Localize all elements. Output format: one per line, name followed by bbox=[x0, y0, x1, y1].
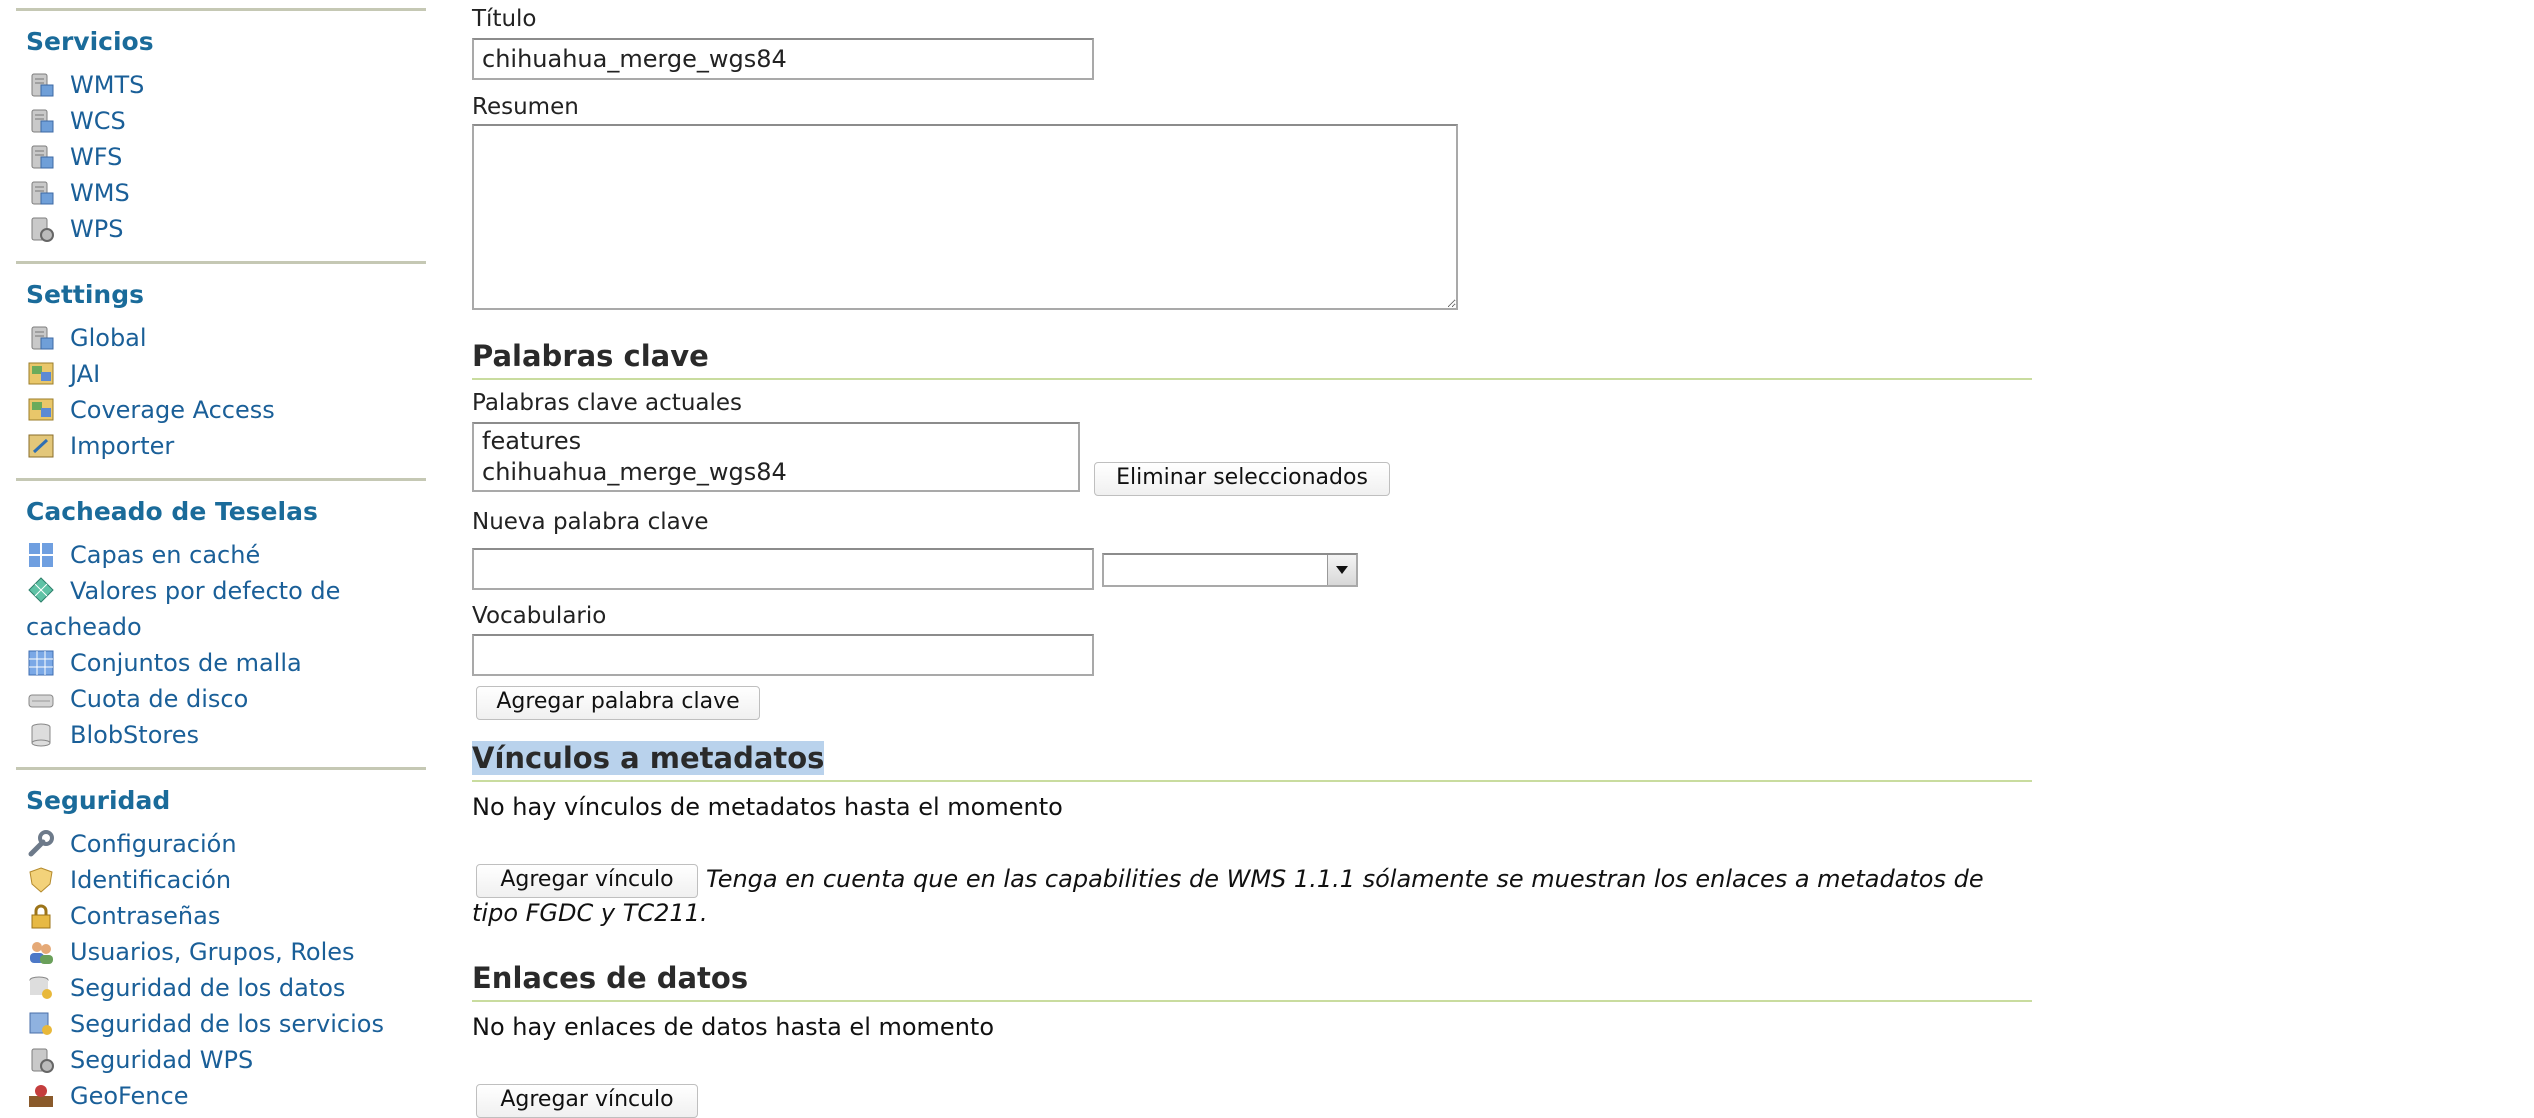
database-icon bbox=[26, 720, 56, 750]
import-icon bbox=[26, 431, 56, 461]
sidebar-item-cuota-de-disco[interactable]: Cuota de disco bbox=[26, 681, 426, 717]
sidebar-item-global[interactable]: Global bbox=[26, 320, 426, 356]
sidebar-item-label[interactable]: WPS bbox=[70, 211, 123, 247]
sidebar-item-label[interactable]: Usuarios, Grupos, Roles bbox=[70, 934, 355, 970]
sidebar-item-valores-por-defecto-de-cacheado[interactable]: Valores por defecto de cacheado bbox=[26, 573, 426, 645]
sidebar-item-label[interactable]: WFS bbox=[70, 139, 122, 175]
sidebar-item-wfs[interactable]: WFS bbox=[26, 139, 426, 175]
sidebar: Servicios WMTS WCS WFS WMS WPS Settings Glob… bbox=[16, 0, 426, 1116]
resumen-label: Resumen bbox=[472, 94, 579, 120]
image-icon bbox=[26, 395, 56, 425]
layers-grid-icon bbox=[26, 540, 56, 570]
sidebar-item-contraseñas[interactable]: Contraseñas bbox=[26, 898, 426, 934]
sidebar-item-seguridad-de-los-datos[interactable]: Seguridad de los datos bbox=[26, 970, 426, 1006]
metadata-heading: Vínculos a metadatos bbox=[472, 738, 2032, 782]
titulo-label: Título bbox=[472, 6, 537, 32]
current-keywords-label: Palabras clave actuales bbox=[472, 390, 743, 416]
globe-grid-icon bbox=[26, 575, 56, 605]
sidebar-item-blobstores[interactable]: BlobStores bbox=[26, 717, 426, 753]
sidebar-item-label[interactable]: WCS bbox=[70, 103, 126, 139]
sidebar-item-label[interactable]: WMTS bbox=[70, 67, 144, 103]
vocabulary-label: Vocabulario bbox=[472, 603, 607, 629]
sidebar-item-wmts[interactable]: WMTS bbox=[26, 67, 426, 103]
keywords-heading: Palabras clave bbox=[472, 336, 2032, 380]
sidebar-item-importer[interactable]: Importer bbox=[26, 428, 426, 464]
server-gear-icon bbox=[26, 214, 56, 244]
chevron-down-icon[interactable] bbox=[1327, 555, 1356, 585]
sidebar-item-wms[interactable]: WMS bbox=[26, 175, 426, 211]
sidebar-item-label[interactable]: Global bbox=[70, 320, 147, 356]
sidebar-item-label[interactable]: Cuota de disco bbox=[70, 681, 248, 717]
metadata-note: Tenga en cuenta que en las capabilities … bbox=[472, 865, 1984, 927]
vocabulary-input[interactable] bbox=[472, 634, 1094, 676]
server-icon bbox=[26, 323, 56, 353]
shield-icon bbox=[26, 865, 56, 895]
sidebar-item-conjuntos-de-malla[interactable]: Conjuntos de malla bbox=[26, 645, 426, 681]
sidebar-item-label[interactable]: Valores por defecto de cacheado bbox=[26, 577, 340, 641]
titulo-input[interactable] bbox=[472, 38, 1094, 80]
sidebar-item-seguridad-wps[interactable]: Seguridad WPS bbox=[26, 1042, 426, 1078]
grid-icon bbox=[26, 648, 56, 678]
server-icon bbox=[26, 106, 56, 136]
lock-icon bbox=[26, 901, 56, 931]
server-gear-icon bbox=[26, 1045, 56, 1075]
geofence-icon bbox=[26, 1081, 56, 1111]
server-icon bbox=[26, 142, 56, 172]
disk-icon bbox=[26, 684, 56, 714]
sidebar-item-label[interactable]: Importer bbox=[70, 428, 174, 464]
sidebar-item-label[interactable]: Configuración bbox=[70, 826, 237, 862]
data-key-icon bbox=[26, 973, 56, 1003]
resumen-textarea[interactable] bbox=[472, 124, 1458, 310]
sidebar-item-label[interactable]: BlobStores bbox=[70, 717, 199, 753]
section-title-settings: Settings bbox=[26, 280, 145, 309]
sidebar-item-jai[interactable]: JAI bbox=[26, 356, 426, 392]
sidebar-item-label[interactable]: WMS bbox=[70, 175, 130, 211]
sidebar-divider bbox=[16, 767, 426, 770]
service-key-icon bbox=[26, 1009, 56, 1039]
image-icon bbox=[26, 359, 56, 389]
sidebar-item-label[interactable]: Coverage Access bbox=[70, 392, 275, 428]
sidebar-item-label[interactable]: Seguridad WPS bbox=[70, 1042, 253, 1078]
keyword-option[interactable]: features bbox=[482, 426, 1070, 457]
current-keywords-list[interactable]: features chihuahua_merge_wgs84 bbox=[472, 422, 1080, 492]
sidebar-item-coverage-access[interactable]: Coverage Access bbox=[26, 392, 426, 428]
new-keyword-input[interactable] bbox=[472, 548, 1094, 590]
sidebar-divider bbox=[16, 478, 426, 481]
sidebar-item-label[interactable]: Seguridad de los servicios bbox=[70, 1006, 384, 1042]
section-title-cacheado: Cacheado de Teselas bbox=[26, 497, 318, 526]
sidebar-item-usuarios-grupos-roles[interactable]: Usuarios, Grupos, Roles bbox=[26, 934, 426, 970]
server-icon bbox=[26, 70, 56, 100]
server-icon bbox=[26, 178, 56, 208]
sidebar-item-label[interactable]: Seguridad de los datos bbox=[70, 970, 345, 1006]
sidebar-item-configuración[interactable]: Configuración bbox=[26, 826, 426, 862]
sidebar-item-label[interactable]: Conjuntos de malla bbox=[70, 645, 302, 681]
new-keyword-label: Nueva palabra clave bbox=[472, 509, 709, 535]
sidebar-divider bbox=[16, 261, 426, 264]
add-keyword-button[interactable]: Agregar palabra clave bbox=[476, 686, 760, 720]
keyword-option[interactable]: chihuahua_merge_wgs84 bbox=[482, 457, 1070, 488]
sidebar-item-wps[interactable]: WPS bbox=[26, 211, 426, 247]
sidebar-item-label[interactable]: Contraseñas bbox=[70, 898, 220, 934]
sidebar-item-identificación[interactable]: Identificación bbox=[26, 862, 426, 898]
datalinks-empty-text: No hay enlaces de datos hasta el momento bbox=[472, 1013, 994, 1041]
section-title-servicios: Servicios bbox=[26, 27, 154, 56]
sidebar-item-wcs[interactable]: WCS bbox=[26, 103, 426, 139]
add-datalink-button[interactable]: Agregar vínculo bbox=[476, 1084, 698, 1118]
wrench-icon bbox=[26, 829, 56, 859]
section-title-seguridad: Seguridad bbox=[26, 786, 171, 815]
sidebar-item-label[interactable]: Identificación bbox=[70, 862, 231, 898]
sidebar-item-seguridad-de-los-servicios[interactable]: Seguridad de los servicios bbox=[26, 1006, 426, 1042]
sidebar-item-capas-en-caché[interactable]: Capas en caché bbox=[26, 537, 426, 573]
language-select[interactable] bbox=[1102, 553, 1358, 587]
datalinks-heading: Enlaces de datos bbox=[472, 958, 2032, 1002]
sidebar-item-label[interactable]: JAI bbox=[70, 356, 100, 392]
remove-selected-button[interactable]: Eliminar seleccionados bbox=[1094, 462, 1390, 496]
sidebar-divider bbox=[16, 8, 426, 11]
metadata-empty-text: No hay vínculos de metadatos hasta el mo… bbox=[472, 793, 1063, 821]
users-icon bbox=[26, 937, 56, 967]
sidebar-item-label[interactable]: Capas en caché bbox=[70, 537, 260, 573]
sidebar-item-label[interactable]: GeoFence bbox=[70, 1078, 188, 1114]
sidebar-item-geofence[interactable]: GeoFence bbox=[26, 1078, 426, 1114]
